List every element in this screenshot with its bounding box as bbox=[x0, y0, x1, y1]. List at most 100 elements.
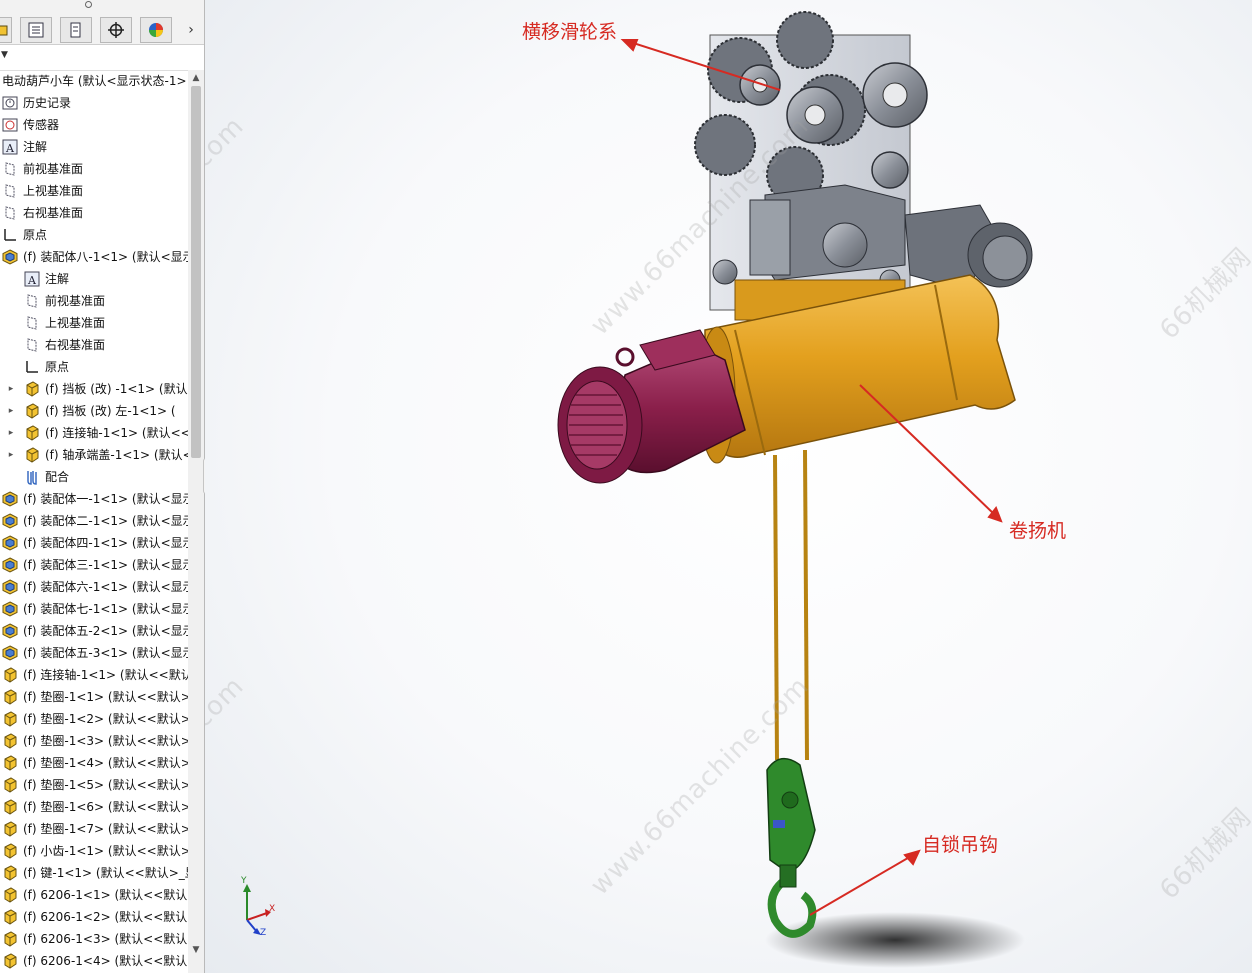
tree-item-label: (f) 垫圈-1<2> (默认<<默认>_ bbox=[23, 712, 188, 726]
part-icon bbox=[2, 865, 18, 881]
tree-item[interactable]: 原点 bbox=[0, 356, 188, 378]
chevron-right-icon[interactable]: › bbox=[184, 20, 198, 40]
scroll-down-icon[interactable]: ▼ bbox=[188, 942, 204, 958]
assembly-icon bbox=[2, 601, 18, 617]
tab-part-icon[interactable] bbox=[0, 17, 12, 43]
part-icon bbox=[2, 931, 18, 947]
tree-item[interactable]: 前视基准面 bbox=[0, 290, 188, 312]
filter-dropdown-icon[interactable]: ▼ bbox=[1, 50, 8, 60]
tree-item[interactable]: (f) 装配体四-1<1> (默认<显示 bbox=[0, 532, 188, 554]
appearance-pie-icon bbox=[149, 23, 163, 37]
tree-item[interactable]: (f) 装配体七-1<1> (默认<显示 bbox=[0, 598, 188, 620]
feature-list-icon bbox=[28, 22, 44, 38]
tree-filter-row[interactable]: ▼ bbox=[0, 44, 204, 71]
part-icon bbox=[24, 381, 40, 397]
annotation-icon: A bbox=[2, 139, 18, 155]
tree-item-label: (f) 装配体二-1<1> (默认<显示 bbox=[23, 514, 188, 528]
crosshair-icon bbox=[108, 22, 124, 38]
tree-item[interactable]: (f) 垫圈-1<6> (默认<<默认>_ bbox=[0, 796, 188, 818]
tree-item[interactable]: (f) 连接轴-1<1> (默认<<默认 bbox=[0, 664, 188, 686]
tree-item[interactable]: (f) 装配体五-3<1> (默认<显示 bbox=[0, 642, 188, 664]
tree-item[interactable]: (f) 垫圈-1<7> (默认<<默认>_ bbox=[0, 818, 188, 840]
tree-item[interactable]: ▸ (f) 轴承端盖-1<1> (默认< bbox=[0, 444, 188, 466]
tree-item-label: (f) 挡板 (改) 左-1<1> ( bbox=[45, 404, 176, 418]
tree-item[interactable]: (f) 装配体六-1<1> (默认<显示 bbox=[0, 576, 188, 598]
tree-item[interactable]: A 注解 bbox=[0, 268, 188, 290]
tree-item[interactable]: (f) 垫圈-1<1> (默认<<默认>_ bbox=[0, 686, 188, 708]
tree-item[interactable]: (f) 6206-1<4> (默认<<默认>_ bbox=[0, 950, 188, 972]
tree-item-label: (f) 垫圈-1<5> (默认<<默认>_ bbox=[23, 778, 188, 792]
tree-item[interactable]: (f) 垫圈-1<2> (默认<<默认>_ bbox=[0, 708, 188, 730]
part-icon bbox=[2, 689, 18, 705]
plane-icon bbox=[2, 205, 18, 221]
tree-item[interactable]: (f) 6206-1<1> (默认<<默认>_ bbox=[0, 884, 188, 906]
tab-display-manager[interactable] bbox=[140, 17, 172, 43]
tree-root[interactable]: 电动葫芦小车 (默认<显示状态-1> bbox=[0, 70, 188, 92]
cube-icon bbox=[0, 25, 8, 36]
tree-item[interactable]: 上视基准面 bbox=[0, 312, 188, 334]
part-icon bbox=[2, 953, 18, 969]
history-icon bbox=[2, 95, 18, 111]
tree-item[interactable]: (f) 6206-1<2> (默认<<默认>_ bbox=[0, 906, 188, 928]
wire-rope bbox=[773, 449, 809, 761]
tree-item[interactable]: (f) 装配体五-2<1> (默认<显示 bbox=[0, 620, 188, 642]
triad-x-label: X bbox=[269, 904, 276, 914]
tree-item[interactable]: (f) 键-1<1> (默认<<默认>_显 bbox=[0, 862, 188, 884]
tree-item-label: (f) 连接轴-1<1> (默认<<默认 bbox=[23, 668, 188, 682]
tab-configuration-manager[interactable] bbox=[100, 17, 132, 43]
plane-icon bbox=[2, 183, 18, 199]
tree-item[interactable]: (f) 垫圈-1<4> (默认<<默认>_ bbox=[0, 752, 188, 774]
self-locking-hook[interactable] bbox=[766, 757, 817, 938]
tree-item[interactable]: 右视基准面 bbox=[0, 202, 188, 224]
tree-item-label: (f) 装配体五-3<1> (默认<显示 bbox=[23, 646, 188, 660]
expand-arrow-icon[interactable]: ▸ bbox=[6, 422, 16, 444]
triad-y-label: Y bbox=[241, 876, 247, 886]
expand-arrow-icon[interactable]: ▸ bbox=[6, 400, 16, 422]
part-icon bbox=[2, 755, 18, 771]
tree-item-label: (f) 装配体五-2<1> (默认<显示 bbox=[23, 624, 188, 638]
tab-property-manager[interactable] bbox=[60, 17, 92, 43]
panel-grip-dot[interactable] bbox=[85, 1, 92, 8]
part-icon bbox=[2, 821, 18, 837]
part-icon bbox=[2, 909, 18, 925]
callout-winch: 卷扬机 bbox=[1009, 520, 1067, 542]
tree-item[interactable]: (f) 6206-1<3> (默认<<默认>_ bbox=[0, 928, 188, 950]
tree-scrollbar[interactable]: ▲ ▼ bbox=[188, 70, 204, 973]
tree-item[interactable]: 历史记录 bbox=[0, 92, 188, 114]
tree-item[interactable]: (f) 装配体一-1<1> (默认<显示 bbox=[0, 488, 188, 510]
tree-item[interactable]: 上视基准面 bbox=[0, 180, 188, 202]
tree-item[interactable]: (f) 装配体八-1<1> (默认<显示 bbox=[0, 246, 188, 268]
tree-item[interactable]: (f) 垫圈-1<5> (默认<<默认>_ bbox=[0, 774, 188, 796]
expand-arrow-icon[interactable]: ▸ bbox=[6, 378, 16, 400]
scroll-up-icon[interactable]: ▲ bbox=[188, 70, 204, 86]
sensor-icon bbox=[2, 117, 18, 133]
tree-item[interactable]: 传感器 bbox=[0, 114, 188, 136]
expand-arrow-icon[interactable]: ▸ bbox=[6, 444, 16, 466]
tree-item-label: (f) 垫圈-1<4> (默认<<默认>_ bbox=[23, 756, 188, 770]
property-icon bbox=[70, 22, 81, 38]
scroll-thumb[interactable] bbox=[191, 86, 201, 458]
tree-item[interactable]: 前视基准面 bbox=[0, 158, 188, 180]
tree-item-label: (f) 键-1<1> (默认<<默认>_显 bbox=[23, 866, 188, 880]
winch-assembly[interactable] bbox=[557, 274, 1016, 484]
tree-item[interactable]: 原点 bbox=[0, 224, 188, 246]
tree-item[interactable]: (f) 装配体三-1<1> (默认<显示 bbox=[0, 554, 188, 576]
tree-item[interactable]: 右视基准面 bbox=[0, 334, 188, 356]
tree-item[interactable]: ▸ (f) 连接轴-1<1> (默认<< bbox=[0, 422, 188, 444]
svg-text:A: A bbox=[5, 142, 15, 155]
tree-item[interactable]: (f) 装配体二-1<1> (默认<显示 bbox=[0, 510, 188, 532]
tree-item-label: 上视基准面 bbox=[45, 316, 106, 330]
traverse-pulley-assembly[interactable] bbox=[694, 11, 1033, 311]
tree-item-label: 前视基准面 bbox=[45, 294, 106, 308]
tab-feature-manager[interactable] bbox=[20, 17, 52, 43]
tree-item[interactable]: 配合 bbox=[0, 466, 188, 488]
graphics-viewport[interactable]: Y X Z 横移滑轮系 卷扬机 自锁吊钩 www.66machine.com w… bbox=[205, 0, 1252, 973]
tree-item[interactable]: ▸ (f) 挡板 (改) 左-1<1> ( bbox=[0, 400, 188, 422]
tree-item-label: (f) 装配体八-1<1> (默认<显示 bbox=[23, 250, 188, 264]
tree-item[interactable]: (f) 小齿-1<1> (默认<<默认>_ bbox=[0, 840, 188, 862]
tree-item[interactable]: ▸ (f) 挡板 (改) -1<1> (默认 bbox=[0, 378, 188, 400]
tree-item[interactable]: (f) 垫圈-1<3> (默认<<默认>_ bbox=[0, 730, 188, 752]
tree-item[interactable]: A 注解 bbox=[0, 136, 188, 158]
origin-icon bbox=[24, 359, 40, 375]
assembly-icon bbox=[2, 557, 18, 573]
